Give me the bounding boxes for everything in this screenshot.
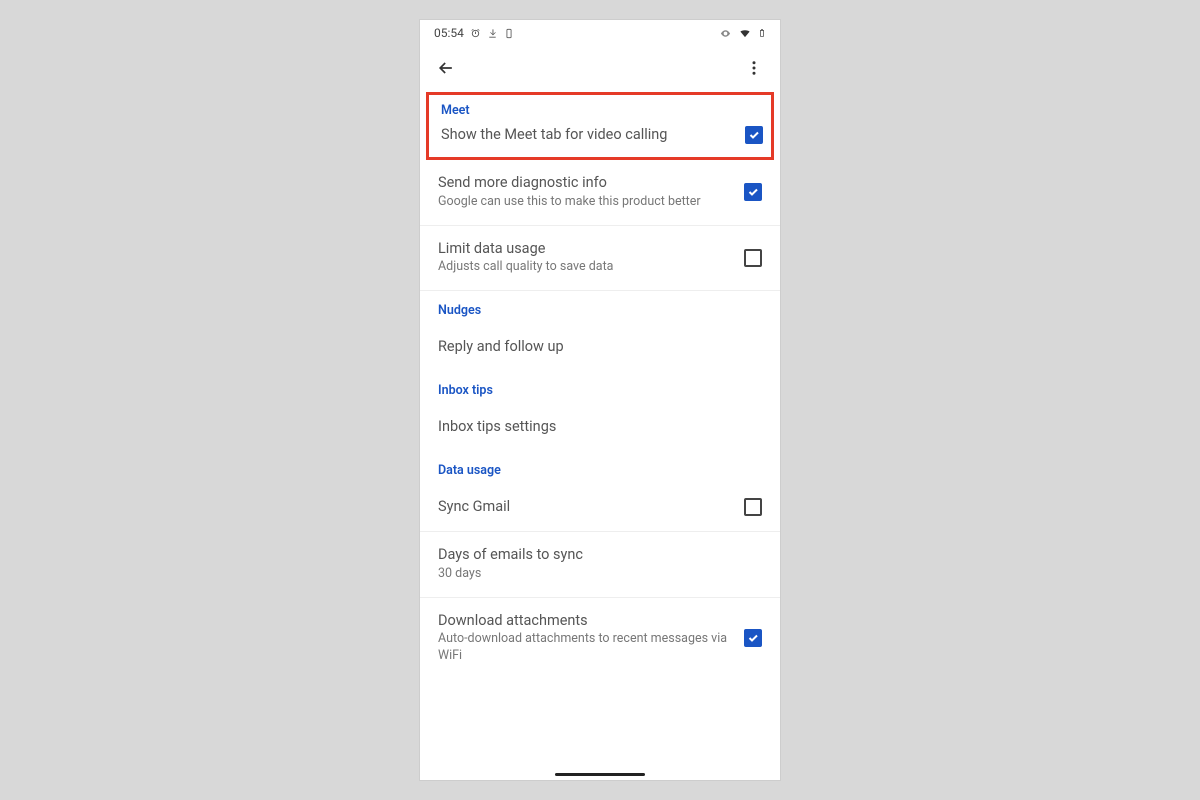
alarm-icon xyxy=(470,28,481,39)
check-icon xyxy=(747,632,759,644)
setting-subtitle: Adjusts call quality to save data xyxy=(438,259,732,276)
section-header-nudges: Nudges xyxy=(420,291,780,324)
setting-limit-data-usage[interactable]: Limit data usage Adjusts call quality to… xyxy=(420,226,780,292)
check-icon xyxy=(747,186,759,198)
setting-download-attachments[interactable]: Download attachments Auto-download attac… xyxy=(420,598,780,680)
checkbox-sync-gmail[interactable] xyxy=(744,498,762,516)
app-bar xyxy=(420,46,780,90)
battery-icon xyxy=(758,27,766,39)
setting-title: Limit data usage xyxy=(438,240,732,259)
status-time: 05:54 xyxy=(434,26,464,40)
setting-days-to-sync[interactable]: Days of emails to sync 30 days xyxy=(420,532,780,598)
section-header-meet: Meet xyxy=(441,103,763,126)
setting-reply-follow-up[interactable]: Reply and follow up xyxy=(420,324,780,371)
setting-diagnostic-info[interactable]: Send more diagnostic info Google can use… xyxy=(420,160,780,226)
setting-title: Reply and follow up xyxy=(438,338,750,357)
setting-title: Show the Meet tab for video calling xyxy=(441,126,733,145)
checkbox-show-meet-tab[interactable] xyxy=(745,126,763,144)
setting-inbox-tips[interactable]: Inbox tips settings xyxy=(420,404,780,451)
setting-title: Download attachments xyxy=(438,612,732,631)
section-header-data-usage: Data usage xyxy=(420,451,780,484)
setting-subtitle: Auto-download attachments to recent mess… xyxy=(438,631,732,665)
setting-title: Inbox tips settings xyxy=(438,418,750,437)
checkbox-limit-data-usage[interactable] xyxy=(744,249,762,267)
setting-show-meet-tab[interactable]: Show the Meet tab for video calling xyxy=(441,126,763,145)
eye-icon xyxy=(719,28,732,39)
check-icon xyxy=(748,129,760,141)
download-icon xyxy=(487,28,498,39)
highlight-meet-section: Meet Show the Meet tab for video calling xyxy=(426,92,774,160)
phone-icon xyxy=(504,28,514,39)
setting-subtitle: 30 days xyxy=(438,566,750,583)
back-arrow-icon xyxy=(436,58,456,78)
more-vert-icon xyxy=(745,59,763,77)
setting-subtitle: Google can use this to make this product… xyxy=(438,194,732,211)
overflow-menu-button[interactable] xyxy=(740,54,768,82)
setting-title: Send more diagnostic info xyxy=(438,174,732,193)
home-indicator xyxy=(555,773,645,776)
back-button[interactable] xyxy=(432,54,460,82)
phone-frame: 05:54 xyxy=(420,20,780,780)
wifi-icon xyxy=(738,28,752,39)
setting-sync-gmail[interactable]: Sync Gmail xyxy=(420,484,780,532)
status-bar: 05:54 xyxy=(420,20,780,46)
setting-title: Sync Gmail xyxy=(438,498,732,517)
section-header-inbox-tips: Inbox tips xyxy=(420,371,780,404)
setting-title: Days of emails to sync xyxy=(438,546,750,565)
checkbox-download-attachments[interactable] xyxy=(744,629,762,647)
checkbox-diagnostic-info[interactable] xyxy=(744,183,762,201)
